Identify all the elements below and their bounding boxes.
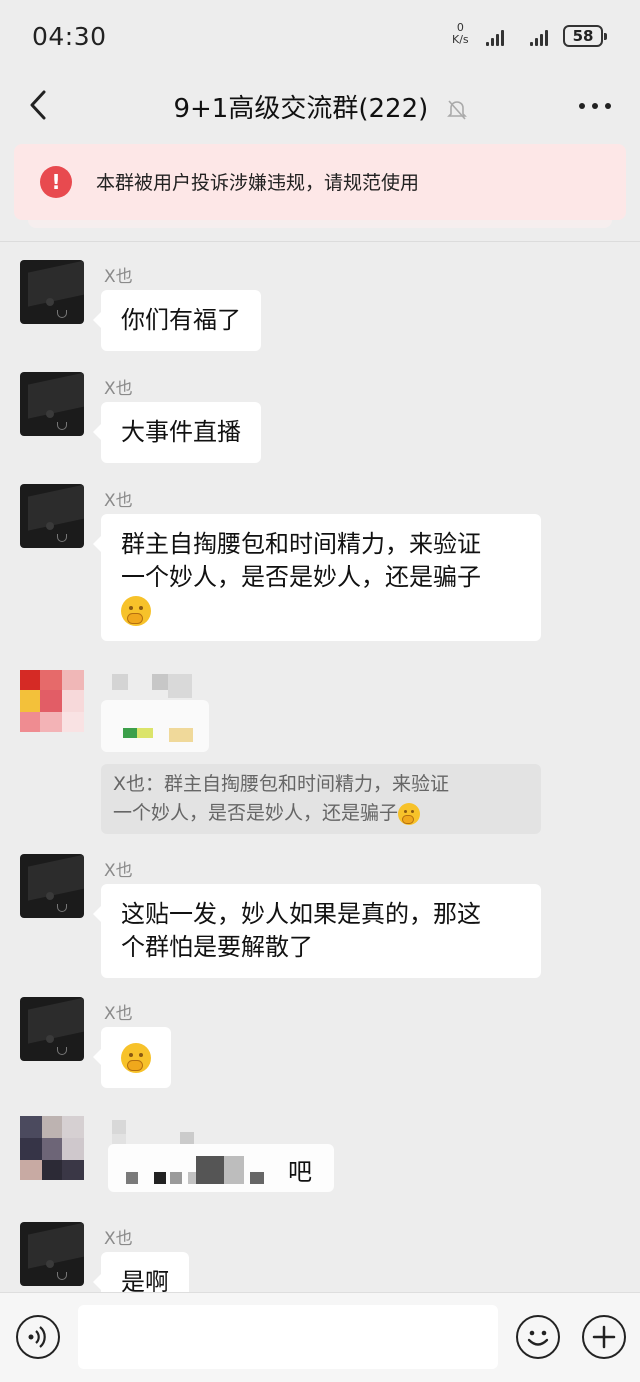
sender-name: X也 <box>104 491 133 511</box>
avatar[interactable] <box>20 854 84 918</box>
chat-header: 9+1高级交流群(222) <box>0 74 640 136</box>
status-time: 04:30 <box>32 22 107 51</box>
chat-title: 9+1高级交流群(222) <box>0 88 640 125</box>
chat-title-text: 9+1高级交流群(222) <box>173 94 429 124</box>
message-text: 大事件直播 <box>121 418 241 446</box>
quoted-message[interactable]: X也：群主自掏腰包和时间精力，来验证 一个妙人，是否是妙人，还是骗子 <box>101 764 541 834</box>
quote-text-line: X也：群主自掏腰包和时间精力，来验证 <box>113 773 450 795</box>
network-speed-unit: K/s <box>452 33 469 46</box>
divider <box>0 241 640 242</box>
message-bubble[interactable] <box>93 1027 171 1088</box>
message-bubble[interactable]: 这贴一发，妙人如果是真的，那这 个群怕是要解散了 <box>93 884 541 978</box>
message-input[interactable] <box>78 1305 498 1369</box>
signal-icon <box>486 28 504 46</box>
smiley-icon[interactable] <box>516 1315 560 1359</box>
banner-text: 本群被用户投诉涉嫌违规，请规范使用 <box>96 172 420 194</box>
input-bar <box>0 1292 640 1382</box>
avatar[interactable] <box>20 484 84 548</box>
message-bubble[interactable]: 大事件直播 <box>93 402 261 463</box>
status-bar: 04:30 0 K/s 58 <box>0 0 640 74</box>
quote-text-line: 一个妙人，是否是妙人，还是骗子 <box>113 802 399 824</box>
bell-off-icon <box>446 99 467 120</box>
battery-icon: 58 <box>563 25 607 47</box>
violation-warning-banner[interactable]: ! 本群被用户投诉涉嫌违规，请规范使用 <box>14 144 626 220</box>
avatar[interactable] <box>20 1222 84 1286</box>
message-bubble-pixelated[interactable] <box>101 700 209 752</box>
avatar[interactable] <box>20 997 84 1061</box>
thinking-hand-emoji-icon <box>121 596 151 626</box>
message-text-line: 一个妙人，是否是妙人，还是骗子 <box>121 563 481 591</box>
message-bubble[interactable]: 群主自掏腰包和时间精力，来验证 一个妙人，是否是妙人，还是骗子 <box>93 514 541 641</box>
exclamation-icon: ! <box>40 166 72 198</box>
sender-name: X也 <box>104 861 133 881</box>
avatar[interactable] <box>20 372 84 436</box>
message-text-line: 个群怕是要解散了 <box>121 933 313 961</box>
sender-name: X也 <box>104 1229 133 1249</box>
message-text-line: 群主自掏腰包和时间精力，来验证 <box>121 530 481 558</box>
more-dots-icon[interactable] <box>578 102 612 110</box>
thinking-hand-emoji-icon <box>398 802 421 825</box>
voice-icon[interactable] <box>16 1315 60 1359</box>
plus-icon[interactable] <box>582 1315 626 1359</box>
network-speed: 0 K/s <box>452 22 469 46</box>
message-text-line: 这贴一发，妙人如果是真的，那这 <box>121 900 481 928</box>
thinking-hand-emoji-icon <box>121 1043 151 1073</box>
message-text: 你们有福了 <box>121 306 241 334</box>
message-bubble-pixelated[interactable]: 吧 <box>108 1144 334 1192</box>
avatar[interactable] <box>20 260 84 324</box>
sender-name: X也 <box>104 379 133 399</box>
message-bubble[interactable]: 你们有福了 <box>93 290 261 351</box>
sender-name: X也 <box>104 1004 133 1024</box>
sender-name: X也 <box>104 267 133 287</box>
signal-icon-2 <box>530 28 548 46</box>
message-text-fragment: 吧 <box>288 1158 312 1186</box>
